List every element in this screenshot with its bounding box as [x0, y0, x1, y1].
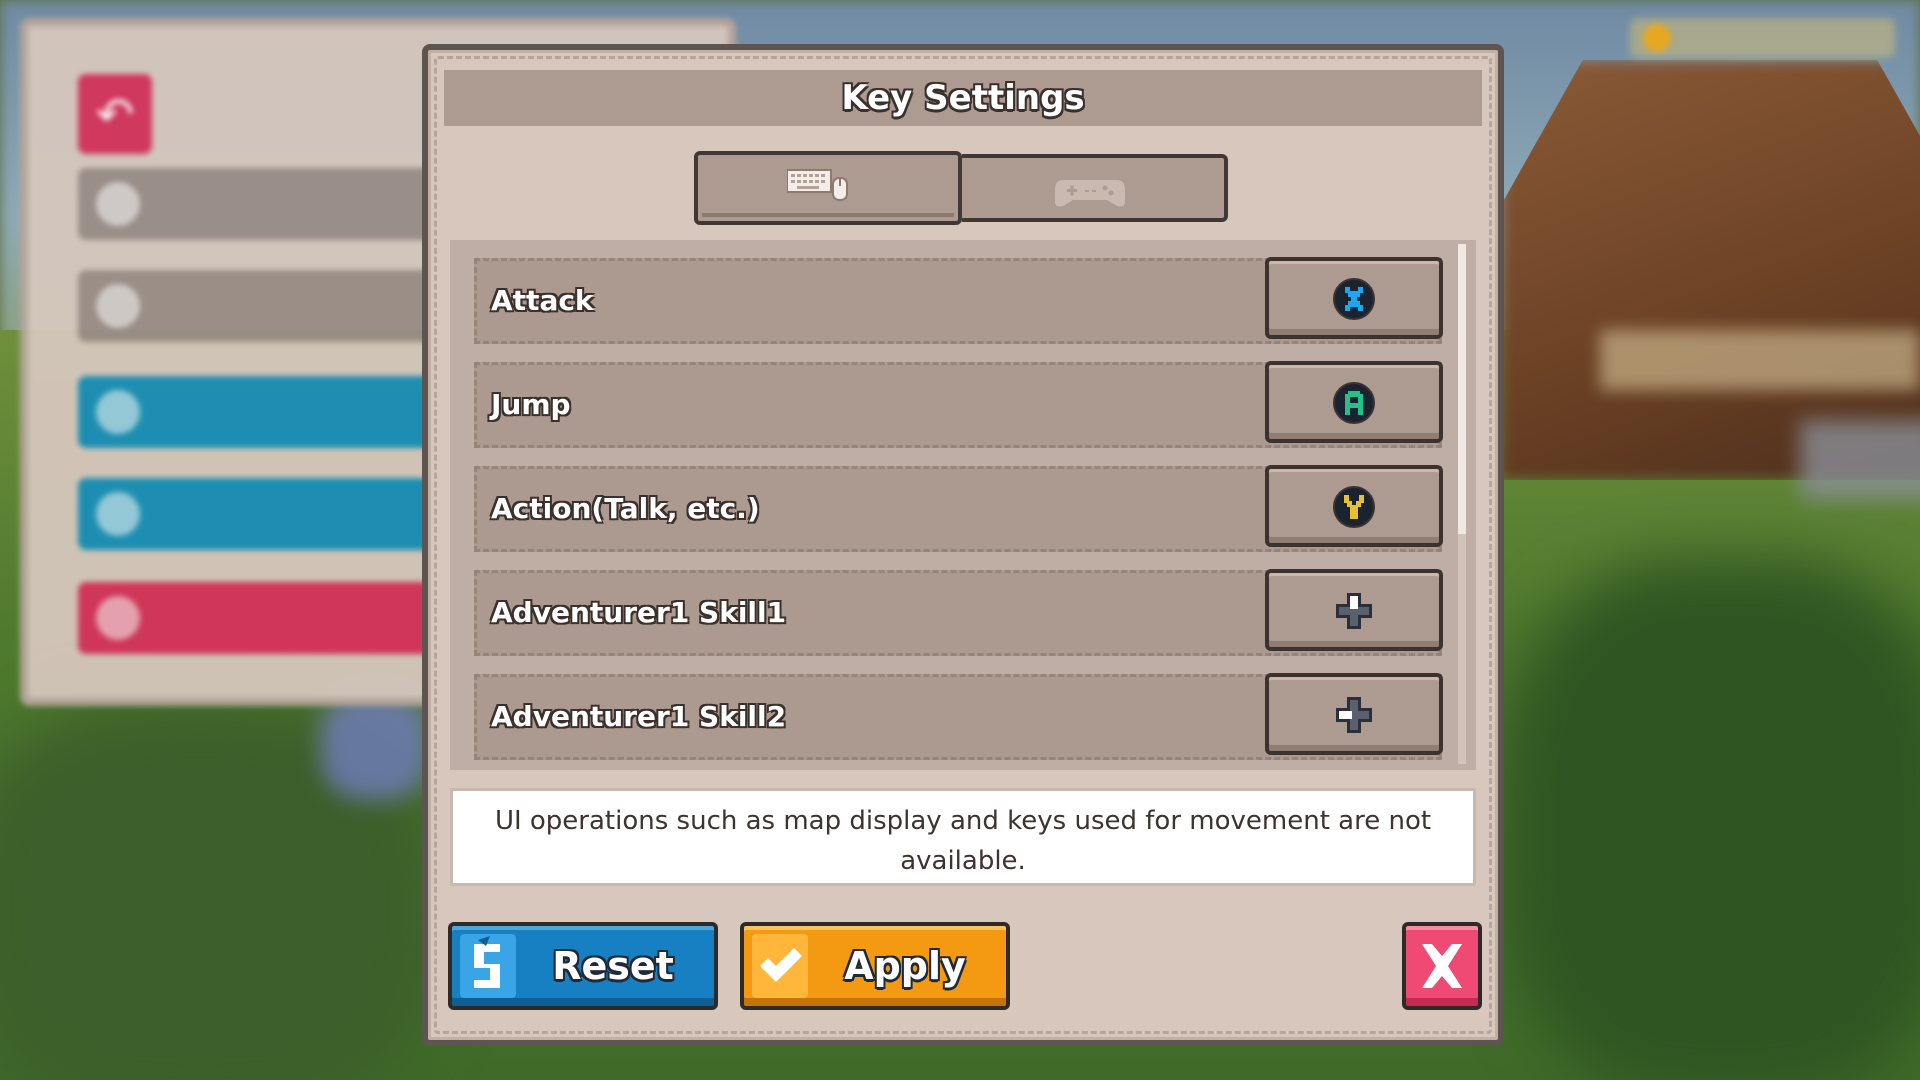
binding-row-jump: Jump [474, 361, 1443, 448]
reset-icon [460, 934, 516, 998]
binding-row-skill1: Adventurer1 Skill1 [474, 569, 1443, 656]
input-tabs [694, 151, 1228, 226]
key-binding-list[interactable]: Attack Jump Action(Talk, etc.) Adventure… [450, 240, 1476, 770]
tab-keyboard-mouse[interactable] [694, 151, 962, 225]
binding-label: Adventurer1 Skill2 [491, 700, 787, 733]
info-text: UI operations such as map display and ke… [494, 806, 1432, 876]
binding-row-action: Action(Talk, etc.) [474, 465, 1443, 552]
reset-button[interactable]: Reset [448, 922, 718, 1010]
character-sprite [320, 690, 430, 800]
list-scroll-thumb[interactable] [1458, 244, 1466, 534]
tab-gamepad[interactable] [962, 154, 1228, 222]
binding-label: Adventurer1 Skill1 [491, 596, 787, 629]
binding-label: Jump [491, 388, 571, 421]
close-icon [1422, 944, 1462, 988]
binding-label: Attack [491, 284, 594, 317]
gamepad-icon [1055, 180, 1125, 207]
house-background [1500, 60, 1920, 480]
dpad-up-icon [1336, 593, 1372, 629]
keyboard-mouse-icon [787, 169, 848, 201]
key-assign-button-jump[interactable] [1265, 361, 1443, 443]
checkmark-icon [752, 934, 808, 998]
a-button-icon [1333, 382, 1375, 424]
key-settings-dialog: Key Settings Attack Jump Action(Talk, et… [422, 44, 1504, 1046]
apply-button[interactable]: Apply [740, 922, 1010, 1010]
x-button-icon [1333, 278, 1375, 320]
binding-row-attack: Attack [474, 257, 1443, 344]
key-assign-button-attack[interactable] [1265, 257, 1443, 339]
info-box: UI operations such as map display and ke… [450, 788, 1476, 886]
coin-icon [1643, 24, 1671, 52]
key-assign-button-skill2[interactable] [1265, 673, 1443, 755]
binding-row-skill2: Adventurer1 Skill2 [474, 673, 1443, 760]
reset-label: Reset [552, 944, 674, 988]
key-assign-button-skill1[interactable] [1265, 569, 1443, 651]
key-assign-button-action[interactable] [1265, 465, 1443, 547]
dialog-title: Key Settings [841, 78, 1085, 118]
binding-label: Action(Talk, etc.) [491, 492, 760, 525]
dialog-title-bar: Key Settings [444, 70, 1482, 126]
apply-label: Apply [844, 944, 966, 988]
y-button-icon [1333, 486, 1375, 528]
dpad-left-icon [1336, 697, 1372, 733]
back-icon: ↶ [78, 74, 152, 154]
close-button[interactable] [1402, 922, 1482, 1010]
